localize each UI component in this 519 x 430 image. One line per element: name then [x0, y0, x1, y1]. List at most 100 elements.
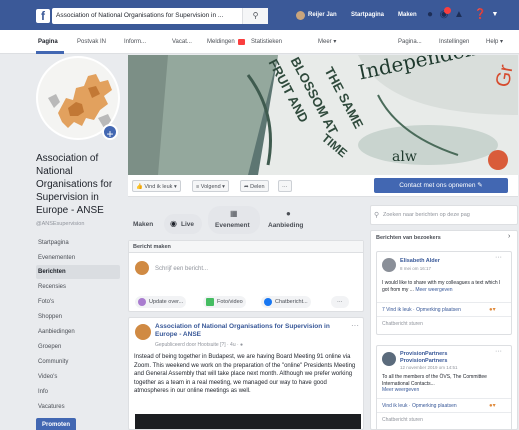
avatar[interactable]	[382, 352, 396, 366]
sidebar-item-videos[interactable]: Video's	[36, 370, 120, 384]
message-label: Chatbericht...	[275, 299, 308, 305]
message-button[interactable]: Chatbericht...	[261, 296, 311, 308]
visitor-post-date[interactable]: 8 mei om 16:17	[400, 266, 431, 271]
share-button[interactable]: ➦ Delen	[240, 180, 269, 192]
avatar[interactable]	[382, 258, 396, 272]
tab-more[interactable]: Meer ▾	[318, 30, 336, 54]
chevron-right-icon[interactable]: ›	[508, 233, 510, 240]
composer-more-button[interactable]: ···	[331, 296, 349, 308]
visitor-name[interactable]: ProvisionPartners ProvisionPartners	[400, 351, 490, 364]
tab-help[interactable]: Help ▾	[486, 30, 503, 54]
post-video[interactable]	[135, 414, 361, 429]
see-more-link[interactable]: Meer weergeven	[382, 387, 508, 394]
tab-settings[interactable]: Instellingen	[439, 30, 469, 54]
visitor-name[interactable]: Elisabeth Alder	[400, 258, 440, 264]
update-icon	[138, 298, 146, 306]
search-icon[interactable]: ⚲	[242, 8, 268, 24]
tab-offer-label: Aanbieding	[268, 222, 304, 229]
home-link[interactable]: Startpagina	[351, 0, 384, 30]
tab-notifications[interactable]: Meldingen	[207, 30, 235, 54]
post-author[interactable]: Association of National Organisations fo…	[155, 323, 343, 339]
search-box[interactable]: Association of National Organisations fo…	[52, 8, 268, 24]
notification-badge	[444, 7, 451, 14]
chevron-down-icon: ▾	[173, 184, 177, 190]
page-post-search[interactable]: ⚲ Zoeken naar berichten op deze pag	[370, 205, 518, 225]
search-input[interactable]: Association of National Organisations fo…	[56, 12, 241, 19]
visitor-post-date[interactable]: 12 november 2019 om 14:51	[400, 365, 458, 370]
more-options-button[interactable]: ···	[278, 180, 292, 192]
page-avatar	[135, 261, 149, 275]
sidebar-item-home[interactable]: Startpagina	[36, 236, 120, 250]
page-avatar-icon[interactable]: ●▾	[489, 402, 496, 409]
page-tabs: Pagina Postvak IN Inform... Vacat... Mel…	[0, 30, 519, 54]
tab-inbox[interactable]: Postvak IN	[77, 30, 106, 54]
tab-offer[interactable]: ● Aanbieding	[264, 206, 318, 234]
contact-us-button[interactable]: Contact met ons opnemen ✎	[374, 178, 508, 193]
account-menu-icon[interactable]: ▼	[489, 9, 501, 21]
page-title: Association of National Organisations fo…	[36, 153, 113, 216]
post-options-icon[interactable]: ···	[351, 321, 359, 330]
create-link[interactable]: Maken	[398, 0, 417, 30]
tab-info[interactable]: Inform...	[124, 30, 146, 54]
comment-link[interactable]: Opmerking plaatsen	[412, 403, 457, 409]
divider	[377, 302, 511, 303]
update-button[interactable]: Update over...	[135, 296, 187, 308]
sidebar-item-photos[interactable]: Foto's	[36, 295, 120, 309]
tab-live-label: Live	[181, 221, 195, 228]
page-avatar-icon[interactable]: ●▾	[489, 306, 496, 313]
sidebar-item-community[interactable]: Community	[36, 355, 120, 369]
promote-button[interactable]: Promoten	[36, 418, 76, 430]
tab-insights[interactable]: Statistieken	[251, 30, 282, 54]
page-handle[interactable]: @ANSEsupervision	[36, 221, 84, 227]
photo-video-label: Foto/video	[217, 299, 243, 305]
sidebar-item-offers[interactable]: Aanbiedingen	[36, 325, 120, 339]
follow-icon: ≡	[196, 184, 200, 190]
like-link[interactable]: 7 Vind ik leuk	[382, 307, 412, 313]
send-message-link[interactable]: Chatbericht sturen	[382, 321, 423, 327]
friends-icon[interactable]: ●	[424, 9, 436, 21]
add-photo-icon[interactable]: +	[102, 124, 118, 141]
follow-button[interactable]: ≡ Volgend ▾	[192, 180, 229, 192]
visitor-posts-panel: Berichten van bezoekers › Elisabeth Alde…	[370, 230, 518, 430]
sidebar-item-posts[interactable]: Berichten	[36, 265, 120, 279]
sidebar-item-events[interactable]: Evenementen	[36, 251, 120, 265]
tab-help-label: Help	[486, 39, 499, 45]
globe-icon: ●	[240, 342, 244, 348]
visitor-posts-title[interactable]: Berichten van bezoekers	[376, 235, 441, 241]
write-post-input[interactable]: Schrijf een bericht...	[155, 266, 208, 272]
page-post-search-input[interactable]: Zoeken naar berichten op deze pag	[383, 212, 470, 218]
visitor-post-text: To all the members of the ÖVS, The Commi…	[382, 374, 487, 387]
tab-event[interactable]: ▦ Evenement	[208, 206, 260, 234]
tab-live[interactable]: ◉ Live	[164, 214, 202, 234]
like-page-button[interactable]: 👍 Vind ik leuk ▾	[132, 180, 181, 192]
page-action-bar: 👍 Vind ik leuk ▾ ≡ Volgend ▾ ➦ Delen ···…	[128, 175, 518, 197]
avatar[interactable]	[296, 11, 305, 20]
photo-video-button[interactable]: Foto/video	[203, 296, 246, 308]
sidebar-item-jobs[interactable]: Vacatures	[36, 400, 120, 414]
post-avatar[interactable]	[135, 324, 151, 340]
visitor-post-options-icon[interactable]: ···	[495, 254, 502, 261]
see-more-link[interactable]: Meer weergeven	[415, 287, 452, 293]
send-message-link[interactable]: Chatbericht sturen	[382, 417, 423, 423]
post-meta: Gepubliceerd door Hootsuite [?] · 4u · ●	[155, 342, 243, 348]
visitor-post-options-icon[interactable]: ···	[495, 348, 502, 355]
sidebar-item-reviews[interactable]: Recensies	[36, 280, 120, 294]
help-icon[interactable]: ❓	[474, 9, 486, 21]
sidebar-item-groups[interactable]: Groepen	[36, 340, 120, 354]
cover-text-alw: alw	[392, 149, 417, 165]
sidebar-item-about[interactable]: Info	[36, 385, 120, 399]
cover-text-gr: Gr	[492, 63, 518, 89]
thumbs-up-icon: 👍	[136, 184, 143, 190]
share-label: Delen	[250, 184, 265, 190]
tab-publishing[interactable]: Pagina...	[398, 30, 422, 54]
comment-link[interactable]: Opmerking plaatsen	[416, 307, 461, 313]
facebook-logo-icon[interactable]: f	[36, 9, 50, 23]
notifications-icon[interactable]: ▲	[453, 9, 465, 21]
profile-link[interactable]: Reijer Jan	[308, 0, 337, 30]
tab-jobs[interactable]: Vacat...	[172, 30, 192, 54]
tab-event-label: Evenement	[215, 222, 250, 229]
cover-photo[interactable]: FRUIT AND BLOSSOM AT THE SAME TIME Indep…	[128, 55, 518, 175]
like-link[interactable]: Vind ik leuk	[382, 403, 407, 409]
share-icon: ➦	[244, 184, 249, 190]
sidebar-item-shop[interactable]: Shoppen	[36, 310, 120, 324]
